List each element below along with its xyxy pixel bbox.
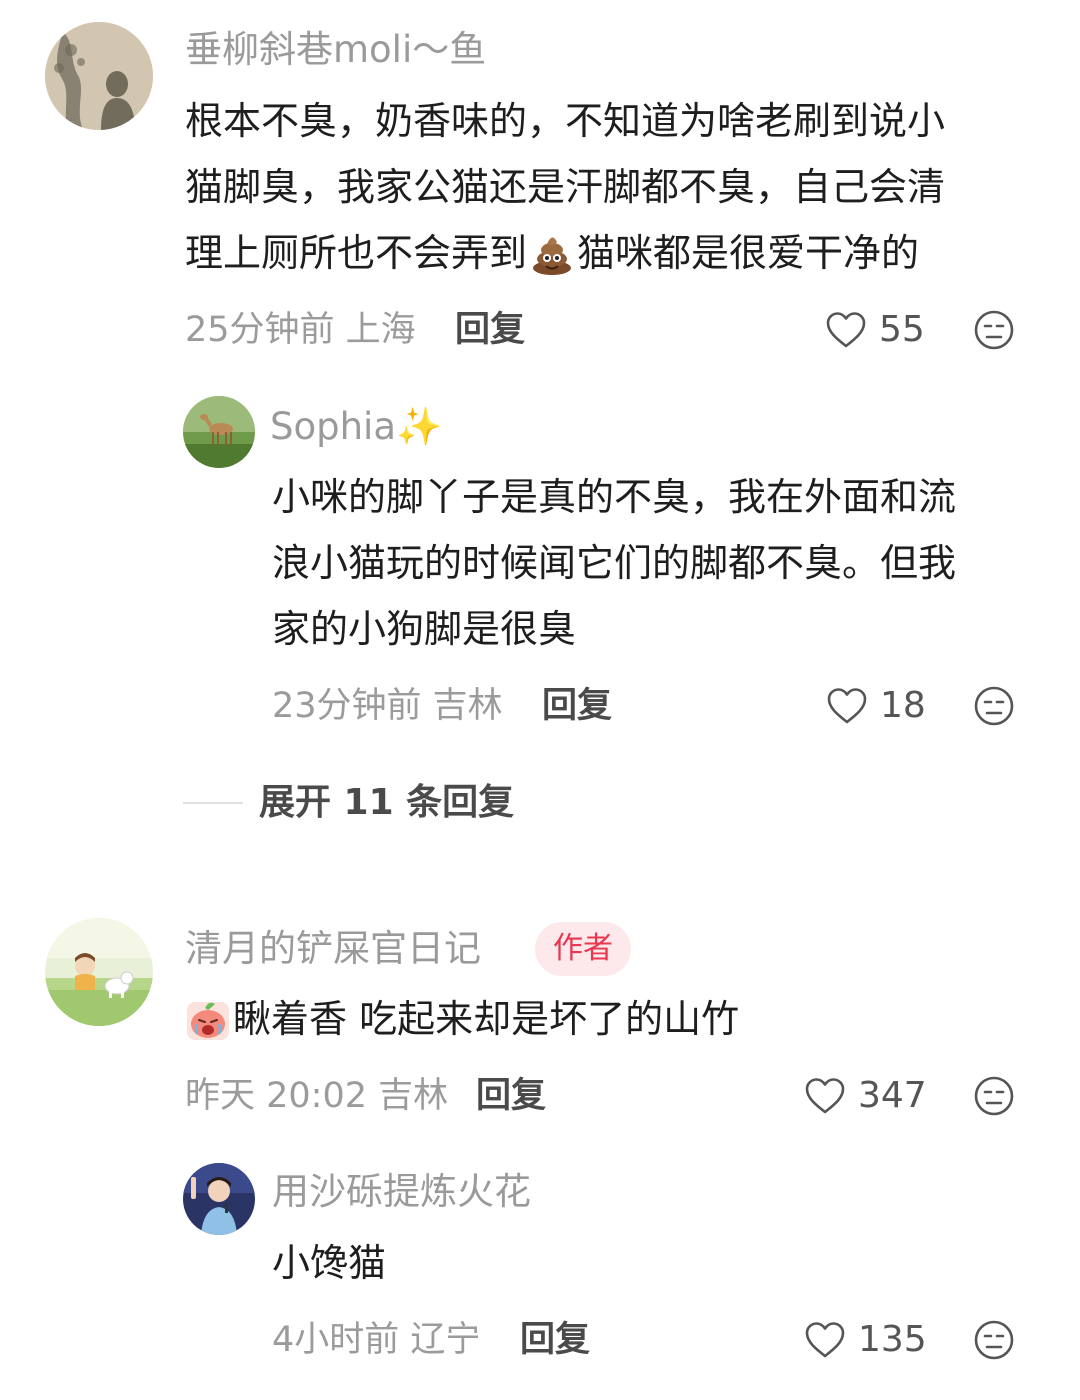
heart-icon xyxy=(805,1078,845,1114)
heart-icon xyxy=(805,1322,845,1358)
reply-button[interactable]: 回复 xyxy=(520,1318,590,1362)
like-button[interactable]: 55 xyxy=(825,308,925,352)
crying-peach-sticker-icon xyxy=(185,996,231,1042)
expand-replies-label: 展开 11 条回复 xyxy=(259,782,515,823)
heart-icon xyxy=(826,312,866,348)
heart-icon xyxy=(827,688,867,724)
reply-text-line: 家的小狗脚是很臭 xyxy=(272,607,577,651)
poop-emoji-icon xyxy=(529,230,575,276)
meh-face-icon xyxy=(974,1076,1014,1116)
reply-time-location: 23分钟前 吉林 xyxy=(272,686,503,726)
reply-text-line: 浪小猫玩的时候闻它们的脚都不臭。但我 xyxy=(272,541,957,585)
avatar[interactable] xyxy=(183,1163,255,1235)
like-count: 135 xyxy=(858,1319,927,1360)
reply-text-line: 小咪的脚丫子是真的不臭，我在外面和流 xyxy=(272,475,957,519)
comment-text-line-with-emoji: 瞅着香 吃起来却是坏了的山竹 xyxy=(185,986,739,1052)
like-button[interactable]: 347 xyxy=(804,1074,927,1118)
dislike-button[interactable] xyxy=(973,1075,1015,1117)
comment-text-segment: 理上厕所也不会弄到 xyxy=(185,231,528,275)
comment-text-segment: 猫咪都是很爱干净的 xyxy=(577,231,920,275)
reply-username[interactable]: 用沙砾提炼火花 xyxy=(272,1170,531,1214)
expand-replies-button[interactable]: 展开 11 条回复 xyxy=(183,781,514,825)
avatar[interactable] xyxy=(45,22,153,130)
comment-text-line: 根本不臭，奶香味的，不知道为啥老刷到说小 xyxy=(185,99,946,143)
dislike-button[interactable] xyxy=(973,309,1015,351)
comment-text-line: 猫脚臭，我家公猫还是汗脚都不臭，自己会清 xyxy=(185,165,946,209)
comment-time-location: 昨天 20:02 吉林 xyxy=(185,1076,449,1116)
like-count: 18 xyxy=(880,685,926,726)
reply-username-text: Sophia xyxy=(270,405,397,448)
reply-username[interactable]: Sophia✨ xyxy=(270,405,442,449)
like-button[interactable]: 18 xyxy=(826,684,926,728)
reply-button[interactable]: 回复 xyxy=(455,308,525,352)
reply-button[interactable]: 回复 xyxy=(542,684,612,728)
dislike-button[interactable] xyxy=(973,1319,1015,1361)
meh-face-icon xyxy=(974,686,1014,726)
avatar[interactable] xyxy=(45,918,153,1026)
reply-button[interactable]: 回复 xyxy=(476,1074,546,1118)
like-count: 347 xyxy=(858,1075,927,1116)
sparkles-emoji: ✨ xyxy=(396,405,443,448)
comment-text-line-with-emoji: 理上厕所也不会弄到 猫咪都是很爱干净的 xyxy=(185,220,919,286)
author-badge: 作者 xyxy=(535,922,631,976)
meh-face-icon xyxy=(974,310,1014,350)
comment-username[interactable]: 垂柳斜巷moli～鱼 xyxy=(185,28,486,72)
comment-username[interactable]: 清月的铲屎官日记 xyxy=(185,927,481,971)
reply-text-line: 小馋猫 xyxy=(272,1241,387,1285)
like-button[interactable]: 135 xyxy=(804,1318,927,1362)
dislike-button[interactable] xyxy=(973,685,1015,727)
divider-line xyxy=(183,802,243,804)
avatar[interactable] xyxy=(183,396,255,468)
meh-face-icon xyxy=(974,1320,1014,1360)
like-count: 55 xyxy=(879,309,925,350)
reply-time-location: 4小时前 辽宁 xyxy=(272,1320,481,1360)
comment-time-location: 25分钟前 上海 xyxy=(185,310,416,350)
comment-text-segment: 瞅着香 吃起来却是坏了的山竹 xyxy=(233,997,740,1041)
